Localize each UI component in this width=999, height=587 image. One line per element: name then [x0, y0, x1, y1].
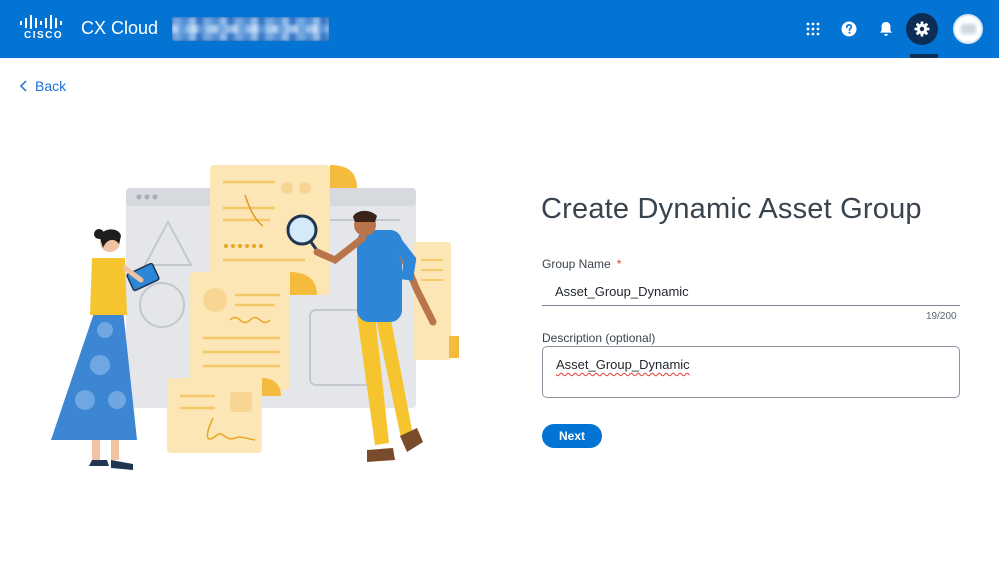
- gear-icon[interactable]: [906, 13, 938, 45]
- group-name-label: Group Name *: [542, 257, 622, 271]
- character-count: 19/200: [926, 311, 957, 322]
- description-label: Description (optional): [542, 331, 656, 345]
- organization-selector[interactable]: [172, 17, 329, 41]
- back-link[interactable]: Back: [18, 78, 66, 94]
- app-title[interactable]: CX Cloud: [81, 18, 158, 39]
- cisco-wordmark: CISCO: [24, 30, 64, 41]
- help-icon[interactable]: [833, 13, 865, 45]
- chevron-left-icon: [19, 80, 27, 92]
- next-button[interactable]: Next: [542, 424, 602, 448]
- group-name-input[interactable]: [542, 278, 960, 306]
- back-label: Back: [35, 78, 67, 94]
- active-tab-indicator: [910, 54, 938, 58]
- bell-icon[interactable]: [870, 13, 902, 45]
- avatar[interactable]: [953, 14, 983, 44]
- apps-grid-icon[interactable]: [797, 13, 829, 45]
- page-title: Create Dynamic Asset Group: [541, 193, 922, 225]
- required-marker: *: [616, 257, 622, 271]
- top-navigation-bar: CISCO CX Cloud: [0, 0, 999, 58]
- description-field[interactable]: Asset_Group_Dynamic: [542, 346, 960, 398]
- people-documents-illustration: [51, 165, 459, 470]
